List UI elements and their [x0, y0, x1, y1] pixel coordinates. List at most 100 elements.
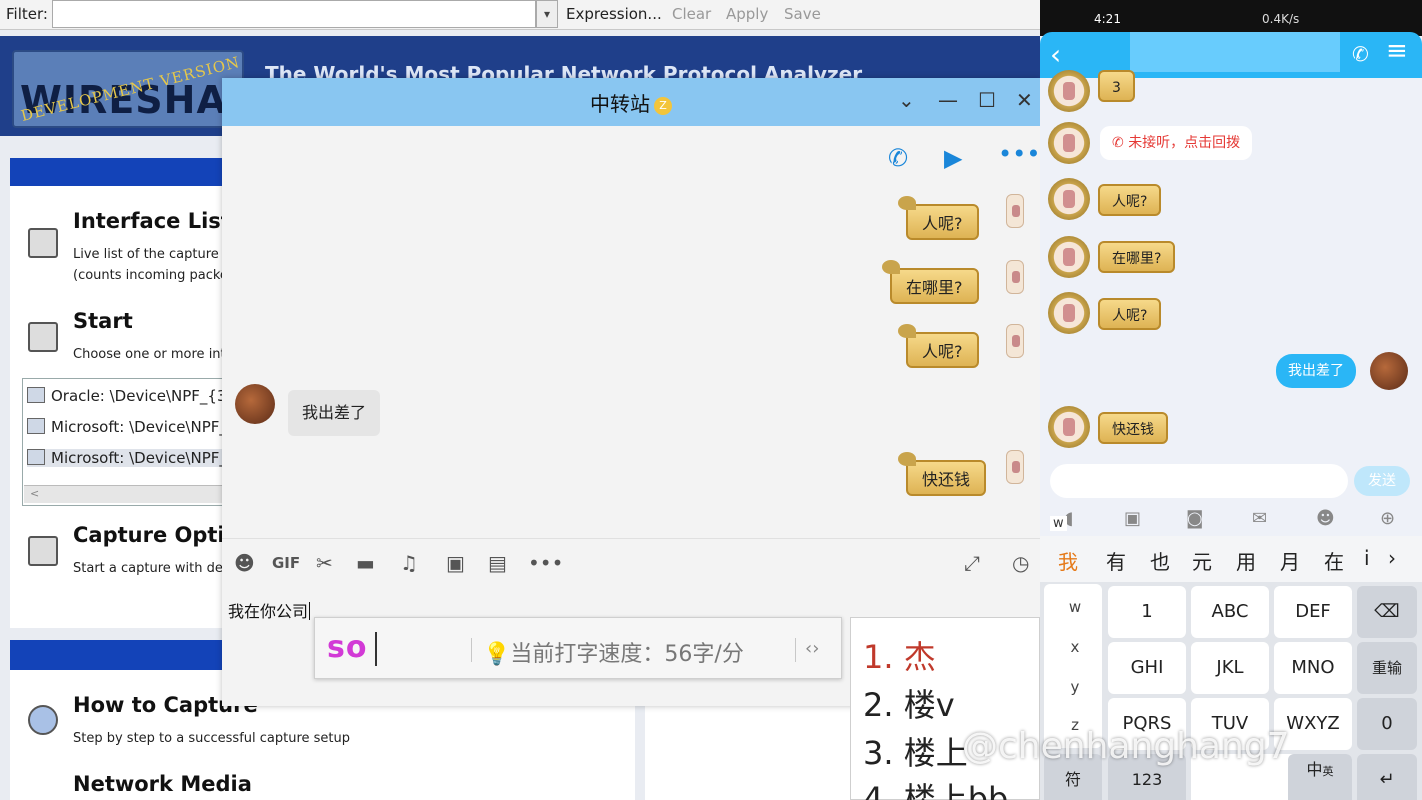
screen-share-icon[interactable]: ▤ [488, 551, 507, 575]
interface-list-desc-2: (counts incoming packet [73, 268, 234, 283]
my-avatar[interactable] [1006, 194, 1024, 228]
interface-row[interactable]: Microsoft: \Device\NPF_ [27, 449, 227, 467]
plus-icon[interactable]: ⊕ [1380, 508, 1395, 529]
page-arrows-icon[interactable]: ‹› [805, 638, 819, 659]
my-message-bubble[interactable]: 我出差了 [1276, 354, 1356, 388]
apply-button[interactable]: Apply [726, 5, 768, 23]
key[interactable]: MNO [1274, 642, 1352, 694]
reenter-key[interactable]: 重输 [1357, 642, 1417, 694]
interface-list-icon[interactable] [28, 228, 58, 258]
emoji-icon[interactable]: ☻ [1316, 508, 1335, 529]
expand-icon[interactable]: ⤢ [964, 551, 980, 575]
more-icon[interactable]: ••• [998, 140, 1040, 168]
close-icon[interactable]: ✕ [1016, 88, 1033, 112]
back-icon[interactable]: ‹ [1050, 38, 1061, 71]
message-bubble[interactable]: 人呢? [898, 324, 979, 368]
message-bubble[interactable]: 快还钱 [1098, 412, 1168, 444]
backspace-icon[interactable]: ⌫ [1357, 586, 1417, 638]
minimize-icon[interactable]: — [938, 88, 958, 112]
maximize-icon[interactable]: ☐ [978, 88, 996, 112]
video-call-icon[interactable]: ▶ [944, 144, 962, 172]
key[interactable]: GHI [1108, 642, 1186, 694]
my-avatar[interactable] [1370, 352, 1408, 390]
language-switch-key[interactable]: 中英 [1288, 754, 1352, 800]
ime-candidate-list: 1. 杰 2. 楼v 3. 楼上 4. 楼上bb [850, 617, 1040, 800]
contact-avatar[interactable] [1048, 406, 1090, 448]
side-key[interactable]: x [1048, 638, 1102, 656]
folder-icon[interactable]: ▬ [356, 551, 375, 575]
red-packet-icon[interactable]: ✉ [1252, 508, 1267, 529]
capture-options-link[interactable]: Capture Optio [73, 523, 239, 547]
missed-call-bubble[interactable]: ✆ 未接听，点击回拨 [1100, 126, 1253, 160]
zero-key[interactable]: 0 [1357, 698, 1417, 750]
my-avatar[interactable] [1006, 450, 1024, 484]
vip-badge-icon: Z [654, 97, 672, 115]
message-bubble[interactable]: 3 [1098, 70, 1135, 102]
voice-call-icon[interactable]: ✆ [888, 144, 908, 172]
phone-candidate[interactable]: 用 [1236, 546, 1256, 575]
interface-row[interactable]: Microsoft: \Device\NPF_ [27, 418, 227, 436]
phone-candidate[interactable]: 有 [1106, 546, 1126, 575]
phone-candidate[interactable]: 在 [1324, 546, 1344, 575]
how-to-capture-icon[interactable] [28, 705, 58, 735]
start-link[interactable]: Start [73, 309, 133, 333]
key[interactable]: ABC [1191, 586, 1269, 638]
send-button[interactable]: 发送 [1354, 466, 1410, 496]
message-bubble-incoming[interactable]: 我出差了 [288, 390, 381, 436]
capture-options-icon[interactable] [28, 536, 58, 566]
expand-candidates-icon[interactable]: › [1388, 546, 1396, 570]
message-bubble[interactable]: 人呢? [898, 196, 979, 240]
phone-candidate[interactable]: 也 [1150, 546, 1170, 575]
ime-candidate[interactable]: 3. 楼上 [863, 728, 968, 774]
my-avatar[interactable] [1006, 260, 1024, 294]
message-bubble[interactable]: 快还钱 [897, 452, 987, 496]
phone-candidate[interactable]: 月 [1280, 546, 1300, 575]
menu-icon[interactable]: ≡ [1386, 36, 1408, 66]
interface-list-link[interactable]: Interface List [73, 209, 231, 233]
contact-avatar[interactable] [1048, 292, 1090, 334]
network-media-link[interactable]: Network Media [73, 772, 252, 796]
phone-message-input[interactable] [1050, 464, 1348, 498]
side-key[interactable]: y [1048, 678, 1102, 696]
filter-dropdown-icon[interactable]: ▾ [536, 0, 558, 28]
phone-candidate[interactable]: i [1364, 546, 1370, 570]
key[interactable]: JKL [1191, 642, 1269, 694]
phone-candidate[interactable]: 元 [1192, 546, 1212, 575]
message-bubble[interactable]: 在哪里? [882, 260, 979, 304]
key[interactable]: 1 [1108, 586, 1186, 638]
clear-button[interactable]: Clear [672, 5, 711, 23]
contact-avatar[interactable] [1048, 236, 1090, 278]
gif-icon[interactable]: GIF [272, 554, 300, 572]
dropdown-icon[interactable]: ⌄ [898, 88, 915, 112]
ime-candidate[interactable]: 2. 楼v [863, 680, 955, 726]
start-icon[interactable] [28, 322, 58, 352]
music-icon[interactable]: ♫ [400, 551, 418, 575]
message-bubble[interactable]: 在哪里? [1098, 241, 1176, 273]
save-button[interactable]: Save [784, 5, 821, 23]
my-avatar[interactable] [1006, 324, 1024, 358]
history-clock-icon[interactable]: ◷ [1012, 551, 1029, 575]
phone-candidate[interactable]: 我 [1058, 546, 1078, 575]
side-key[interactable]: w [1048, 598, 1102, 616]
contact-avatar[interactable] [1048, 122, 1090, 164]
ime-candidate[interactable]: 4. 楼上bb [863, 774, 1008, 800]
expression-button[interactable]: Expression... [566, 5, 662, 23]
ime-candidate[interactable]: 1. 杰 [863, 632, 936, 678]
message-bubble[interactable]: 人呢? [1098, 184, 1162, 216]
camera-icon[interactable]: ◙ [1186, 508, 1203, 529]
more-tools-icon[interactable]: ••• [528, 551, 563, 575]
emoji-icon[interactable]: ☻ [234, 551, 255, 575]
contact-avatar[interactable] [1048, 70, 1090, 112]
key[interactable]: DEF [1274, 586, 1352, 638]
contact-avatar[interactable] [1048, 178, 1090, 220]
message-bubble[interactable]: 人呢? [1098, 298, 1162, 330]
image-icon[interactable]: ▣ [1124, 508, 1141, 529]
enter-icon[interactable]: ↵ [1357, 754, 1417, 800]
interface-list-scrollbar[interactable]: < [24, 485, 230, 503]
filter-input[interactable] [52, 0, 536, 28]
screenshot-scissors-icon[interactable]: ✂ [316, 551, 333, 575]
interface-row[interactable]: Oracle: \Device\NPF_{3A [27, 387, 237, 405]
image-icon[interactable]: ▣ [446, 551, 465, 575]
contact-avatar[interactable] [235, 384, 275, 424]
phone-call-icon[interactable]: ✆ [1352, 42, 1369, 66]
